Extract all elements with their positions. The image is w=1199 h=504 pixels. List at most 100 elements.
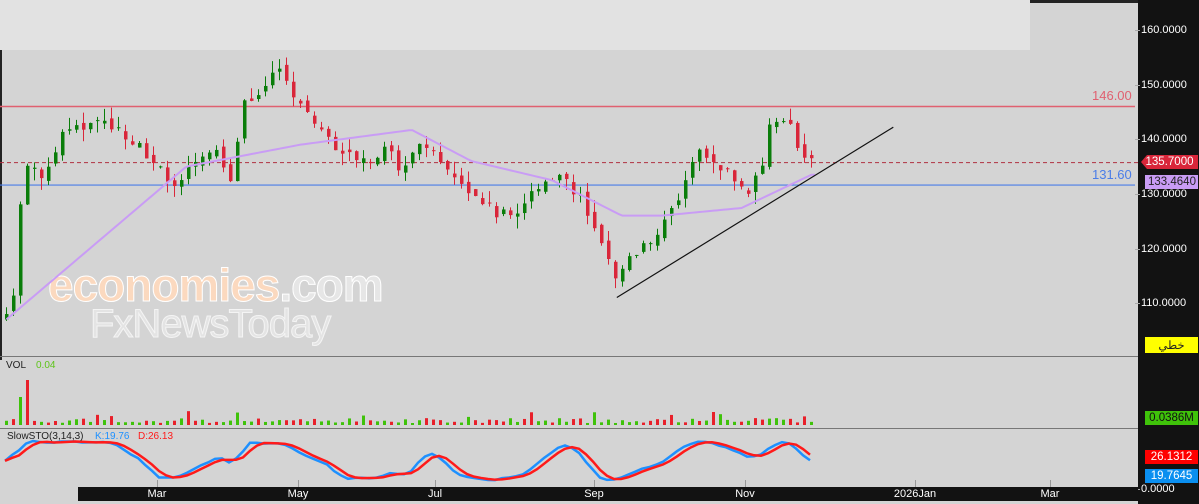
- last-price-tag: 135.7000: [1141, 155, 1198, 169]
- volume-bar: [243, 421, 246, 425]
- candle-body: [537, 189, 541, 192]
- panel-divider: [0, 428, 1138, 429]
- candle-body: [138, 142, 142, 148]
- volume-bar: [257, 418, 260, 425]
- volume-bar: [278, 420, 281, 425]
- volume-bar: [656, 419, 659, 425]
- time-label: Sep: [584, 488, 604, 500]
- candle-body: [96, 120, 100, 122]
- chart-mode-label[interactable]: خطي: [1145, 337, 1198, 353]
- volume-bar: [418, 420, 421, 425]
- volume-bar: [236, 412, 239, 425]
- candle-body: [593, 211, 597, 229]
- candle-body: [89, 122, 93, 130]
- candle-body: [54, 152, 58, 164]
- volume-bar: [509, 418, 512, 425]
- candle-body: [523, 203, 527, 214]
- volume-bar: [810, 421, 813, 425]
- volume-value: 0.04: [36, 360, 56, 371]
- candle-body: [712, 154, 716, 163]
- volume-bar: [285, 420, 288, 425]
- candle-body: [264, 85, 268, 92]
- candle-body: [131, 141, 135, 145]
- volume-bar: [796, 422, 799, 425]
- candle-body: [425, 144, 429, 148]
- candle-body: [236, 141, 240, 182]
- candle-body: [159, 166, 163, 168]
- candle-body: [558, 174, 562, 181]
- candle-body: [404, 165, 408, 173]
- candle-body: [796, 122, 800, 148]
- volume-bar: [103, 420, 106, 425]
- volume-bar: [82, 418, 85, 425]
- trend-line: [616, 126, 894, 299]
- candle-body: [432, 150, 436, 152]
- volume-bar: [299, 419, 302, 425]
- volume-bar: [5, 420, 8, 425]
- candle-body: [565, 173, 569, 180]
- candle-body: [362, 158, 366, 164]
- volume-title: VOL: [6, 360, 27, 371]
- candle-body: [495, 206, 499, 218]
- candle-body: [411, 152, 415, 164]
- volume-bar: [341, 422, 344, 425]
- volume-bar: [439, 420, 442, 425]
- volume-bar: [96, 414, 99, 425]
- candle-body: [47, 166, 51, 181]
- candle-body: [82, 122, 86, 130]
- volume-bar: [166, 420, 169, 425]
- candle-body: [348, 149, 352, 153]
- volume-bar: [530, 412, 533, 425]
- volume-bar: [194, 420, 197, 425]
- volume-bar: [187, 411, 190, 425]
- candle-body: [649, 243, 653, 245]
- time-label: May: [287, 488, 309, 500]
- volume-bar: [523, 418, 526, 425]
- volume-bar: [404, 419, 407, 425]
- volume-bar: [642, 422, 645, 425]
- candle-body: [607, 240, 611, 259]
- candle-body: [250, 98, 254, 101]
- volume-bar: [635, 421, 638, 425]
- volume-bar: [215, 421, 218, 425]
- candle-body: [369, 161, 373, 164]
- candle-body: [152, 154, 156, 163]
- volume-bar: [152, 421, 155, 425]
- volume-bar: [390, 421, 393, 425]
- candle-body: [257, 95, 261, 100]
- volume-bar: [572, 419, 575, 425]
- volume-bar: [250, 421, 253, 425]
- candle-body: [754, 175, 758, 192]
- volume-bar: [565, 421, 568, 425]
- volume-bar: [362, 415, 365, 425]
- volume-bar: [544, 420, 547, 425]
- panel-divider: [0, 356, 1138, 357]
- volume-bar: [488, 419, 491, 425]
- candle-body: [698, 149, 702, 162]
- volume-bar: [726, 419, 729, 425]
- volume-bar: [201, 419, 204, 425]
- candle-body: [600, 224, 604, 244]
- price-tick: 130.0000: [1135, 188, 1187, 200]
- candle-body: [684, 180, 688, 199]
- candle-body: [544, 181, 548, 192]
- volume-bar: [292, 420, 295, 425]
- time-label: 2026Jan: [893, 488, 937, 500]
- price-tick: 110.0000: [1134, 297, 1187, 309]
- volume-bar: [740, 421, 743, 425]
- volume-bar: [586, 422, 589, 425]
- volume-bar: [607, 419, 610, 425]
- time-axis[interactable]: [78, 487, 1138, 501]
- volume-bar: [47, 422, 50, 425]
- stoch-title: SlowSTO(3,14,3): [7, 431, 84, 442]
- volume-bar: [684, 422, 687, 425]
- stoch-k-label: K:19.76: [95, 431, 130, 442]
- candle-body: [376, 157, 380, 165]
- price-tick: 160.0000: [1135, 24, 1187, 36]
- candle-body: [61, 131, 65, 156]
- candle-body: [292, 81, 296, 98]
- volume-bar: [460, 422, 463, 425]
- support-label: 131.60: [1092, 167, 1132, 182]
- corner: [0, 487, 78, 504]
- candle-body: [467, 181, 471, 194]
